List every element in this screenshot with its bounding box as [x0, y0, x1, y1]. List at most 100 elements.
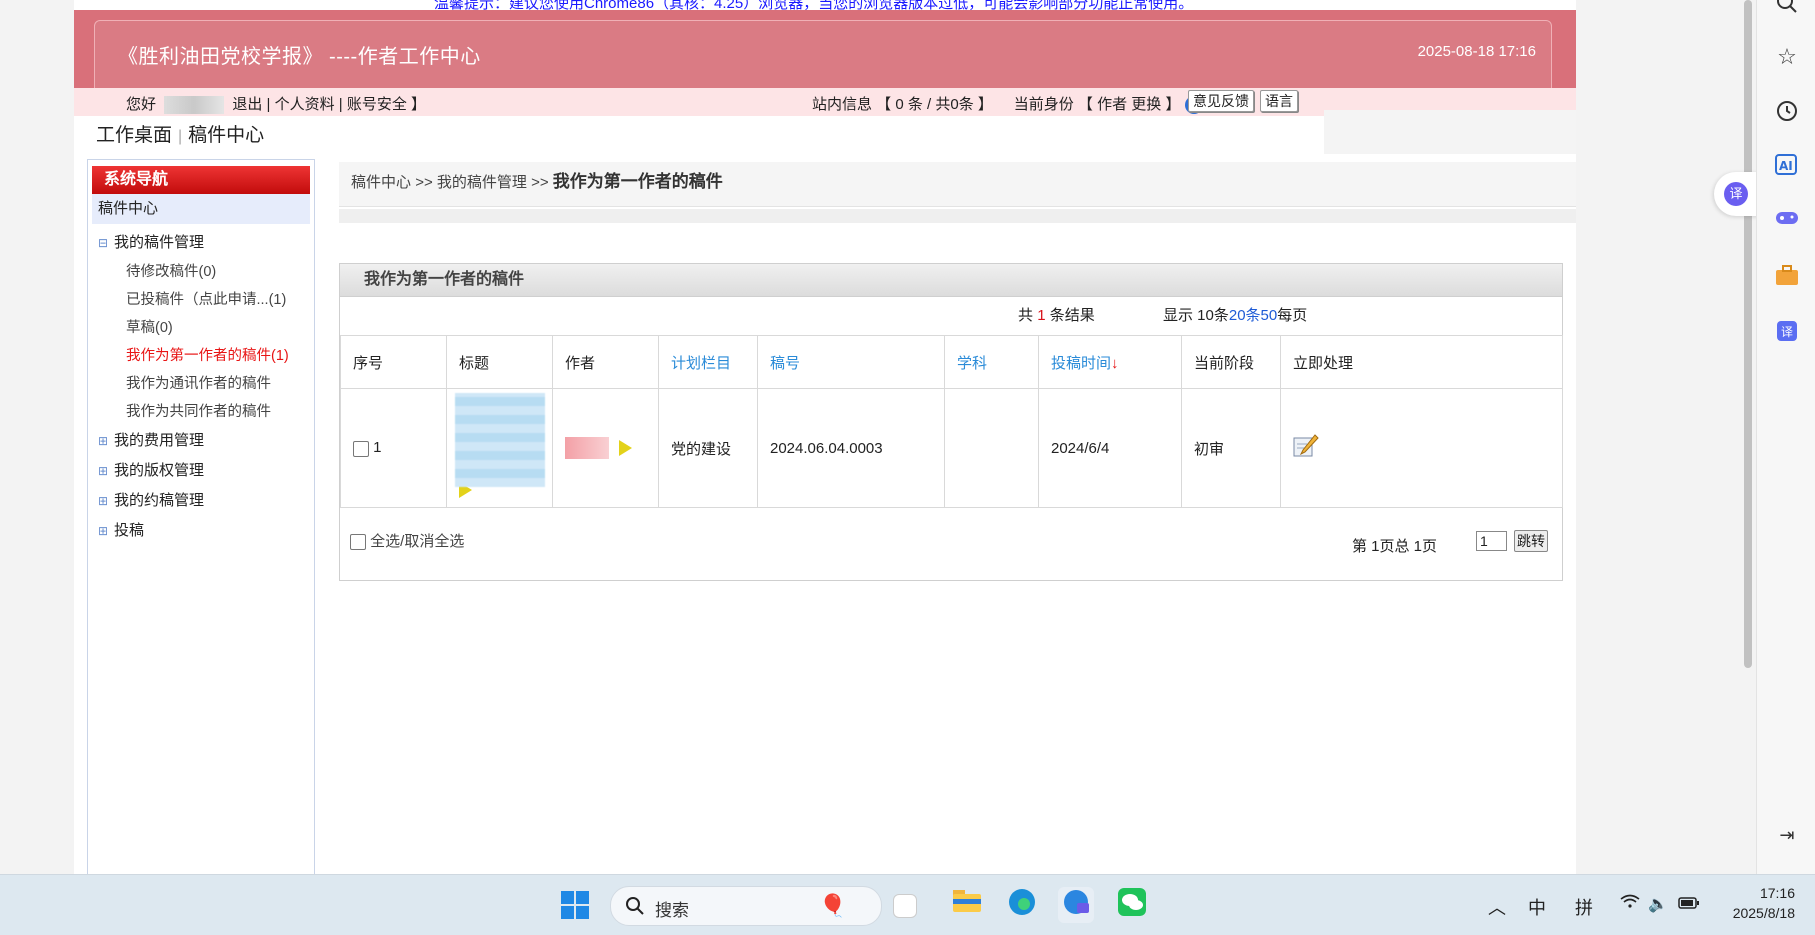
ime-language[interactable]: 中	[1528, 894, 1546, 920]
result-summary: 共 1 条结果 显示 10条20条50每页	[340, 297, 1562, 335]
sidebar-subheader[interactable]: 稿件中心	[92, 194, 310, 224]
tab-separator: |	[178, 128, 183, 145]
edit-icon[interactable]	[1293, 434, 1319, 458]
history-clock-icon[interactable]	[1774, 100, 1800, 126]
ai-icon[interactable]: AI	[1774, 152, 1800, 178]
taskbar-clock[interactable]: 17:16 2025/8/18	[1733, 883, 1795, 923]
col-date-sort[interactable]: 投稿时间↓	[1038, 335, 1182, 389]
sidebar-tree: ⊟ 我的稿件管理 待修改稿件(0) 已投稿件（点此申请...(1) 草稿(0) 我…	[88, 228, 314, 546]
breadcrumb-item[interactable]: 稿件中心	[339, 174, 411, 191]
windows-start-icon[interactable]	[561, 891, 589, 919]
sidebar-item-submitted[interactable]: 已投稿件（点此申请...(1)	[88, 286, 314, 314]
col-date-label: 投稿时间	[1051, 354, 1112, 372]
select-all-checkbox[interactable]	[350, 534, 366, 551]
breadcrumb: 稿件中心 >> 我的稿件管理 >> 我作为第一作者的稿件	[339, 162, 1576, 207]
identity-change-link[interactable]: 更换	[1131, 96, 1161, 113]
sidebar-group-label: 我的约稿管理	[114, 492, 205, 509]
tray-overflow-icon[interactable]: ︿	[1488, 894, 1506, 920]
panel-title: 我作为第一作者的稿件	[340, 264, 1562, 297]
page-scrollbar[interactable]	[1742, 0, 1754, 874]
clock-time: 17:16	[1759, 885, 1795, 901]
cell-column: 党的建设	[658, 388, 758, 508]
task-view-icon[interactable]	[893, 894, 917, 918]
message-count-link[interactable]: 0 条 / 共0条	[895, 96, 973, 113]
wifi-icon[interactable]	[1620, 894, 1640, 915]
total-count: 1	[1037, 307, 1046, 324]
col-number-sort[interactable]: 稿号	[757, 335, 945, 389]
breadcrumb-current: 我作为第一作者的稿件	[552, 172, 723, 191]
wechat-icon[interactable]	[1114, 887, 1150, 923]
sidebar-group-label: 我的费用管理	[114, 432, 205, 449]
language-button[interactable]: 语言	[1260, 90, 1298, 112]
expand-icon[interactable]: ⊞	[98, 516, 110, 546]
translate-icon[interactable]: 译	[1774, 320, 1800, 346]
logout-link[interactable]: 退出	[232, 96, 262, 113]
ime-mode[interactable]: 拼	[1575, 894, 1593, 920]
edge-browser-icon[interactable]	[1004, 887, 1040, 923]
row-checkbox[interactable]	[353, 440, 369, 457]
tab-workbench[interactable]: 工作桌面	[96, 125, 172, 146]
per-page-20[interactable]: 20条	[1229, 307, 1261, 324]
per-page-10[interactable]: 显示 10条	[1163, 307, 1229, 324]
play-icon[interactable]	[619, 440, 632, 456]
expand-icon[interactable]: ⊞	[98, 456, 110, 486]
bracket: 】	[411, 96, 427, 113]
sidebar-group-fees[interactable]: ⊞ 我的费用管理	[88, 426, 314, 456]
file-explorer-icon[interactable]	[949, 887, 985, 923]
per-page-50[interactable]: 50	[1261, 307, 1278, 324]
sidebar-item-co-author[interactable]: 我作为共同作者的稿件	[88, 398, 314, 426]
breadcrumb-item[interactable]: 我的稿件管理	[437, 174, 527, 191]
col-column-sort[interactable]: 计划栏目	[658, 335, 758, 389]
sidebar-item-first-author[interactable]: 我作为第一作者的稿件(1)	[88, 342, 314, 370]
feedback-button[interactable]: 意见反馈	[1188, 90, 1254, 112]
translate-float-button[interactable]: 译	[1714, 172, 1762, 216]
search-icon[interactable]	[1774, 0, 1800, 18]
expand-icon[interactable]: ⊞	[98, 426, 110, 456]
sidebar-item-corresponding-author[interactable]: 我作为通讯作者的稿件	[88, 370, 314, 398]
tabbar-shade	[1324, 110, 1576, 154]
sidebar-item-drafts[interactable]: 草稿(0)	[88, 314, 314, 342]
select-all[interactable]: 全选/取消全选	[350, 530, 464, 551]
collapse-icon[interactable]: ⊟	[98, 228, 110, 258]
sidebar-group-copyright[interactable]: ⊞ 我的版权管理	[88, 456, 314, 486]
sidebar-group-invitations[interactable]: ⊞ 我的约稿管理	[88, 486, 314, 516]
battery-icon[interactable]	[1678, 894, 1700, 915]
game-controller-icon[interactable]	[1774, 208, 1800, 234]
select-all-label: 全选/取消全选	[370, 533, 465, 550]
sidebar-item-pending[interactable]: 待修改稿件(0)	[88, 258, 314, 286]
author-redacted	[565, 437, 609, 459]
message-label: 站内信息 【	[812, 96, 892, 113]
collapse-sidebar-icon[interactable]: ⇥	[1774, 822, 1800, 848]
scrollbar-thumb[interactable]	[1744, 0, 1752, 668]
title-redacted[interactable]	[455, 392, 545, 487]
translate-icon: 译	[1724, 182, 1748, 206]
svg-text:译: 译	[1781, 325, 1793, 339]
security-link[interactable]: | 账号安全	[339, 96, 407, 113]
top-tabs: 工作桌面 | 稿件中心	[96, 120, 264, 147]
col-index: 序号	[340, 335, 447, 389]
favorites-star-icon[interactable]: ☆	[1774, 44, 1800, 70]
manuscript-panel: 我作为第一作者的稿件 共 1 条结果 显示 10条20条50每页 序号 标题 作…	[339, 263, 1563, 581]
total-results: 共 1 条结果	[1018, 297, 1095, 335]
profile-link[interactable]: | 个人资料	[267, 96, 335, 113]
sidebar-group-manuscripts[interactable]: ⊟ 我的稿件管理	[88, 228, 314, 258]
page-number-input[interactable]: 1	[1476, 531, 1507, 551]
sidebar-group-submit[interactable]: ⊞ 投稿	[88, 516, 314, 546]
breadcrumb-separator: >>	[531, 174, 549, 191]
volume-icon[interactable]: 🔈	[1648, 894, 1668, 914]
toolbox-icon[interactable]	[1774, 264, 1800, 290]
jump-button[interactable]: 跳转	[1514, 530, 1548, 552]
cell-date: 2024/6/4	[1038, 388, 1182, 508]
taskbar-search[interactable]: 搜索 🎈	[610, 886, 882, 926]
ai-browser-icon[interactable]	[1058, 887, 1094, 923]
message-close: 】	[977, 96, 993, 113]
svg-text:AI: AI	[1779, 159, 1793, 173]
total-suffix: 条结果	[1049, 307, 1095, 324]
cell-title[interactable]	[446, 388, 553, 508]
table-header-row: 序号 标题 作者 计划栏目 稿号 学科 投稿时间↓ 当前阶段 立即处理	[340, 335, 1563, 389]
sidebar: 系统导航 稿件中心 ⊟ 我的稿件管理 待修改稿件(0) 已投稿件（点此申请...(…	[87, 159, 315, 874]
expand-icon[interactable]: ⊞	[98, 486, 110, 516]
col-subject-sort[interactable]: 学科	[944, 335, 1039, 389]
sidebar-header: 系统导航	[92, 166, 310, 194]
tab-manuscripts[interactable]: 稿件中心	[188, 125, 264, 146]
